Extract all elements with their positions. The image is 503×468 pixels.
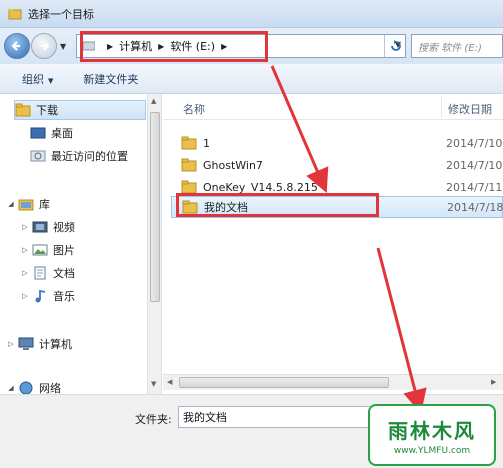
watermark-url: www.YLMFU.com xyxy=(393,445,471,456)
watermark-text: 雨林木风 xyxy=(388,418,476,443)
watermark-logo: 雨林木风 www.YLMFU.com xyxy=(368,404,496,466)
annotation-arrow-1 xyxy=(270,65,329,194)
annotation-arrow-2 xyxy=(376,247,427,414)
annotation-arrows xyxy=(270,65,427,414)
